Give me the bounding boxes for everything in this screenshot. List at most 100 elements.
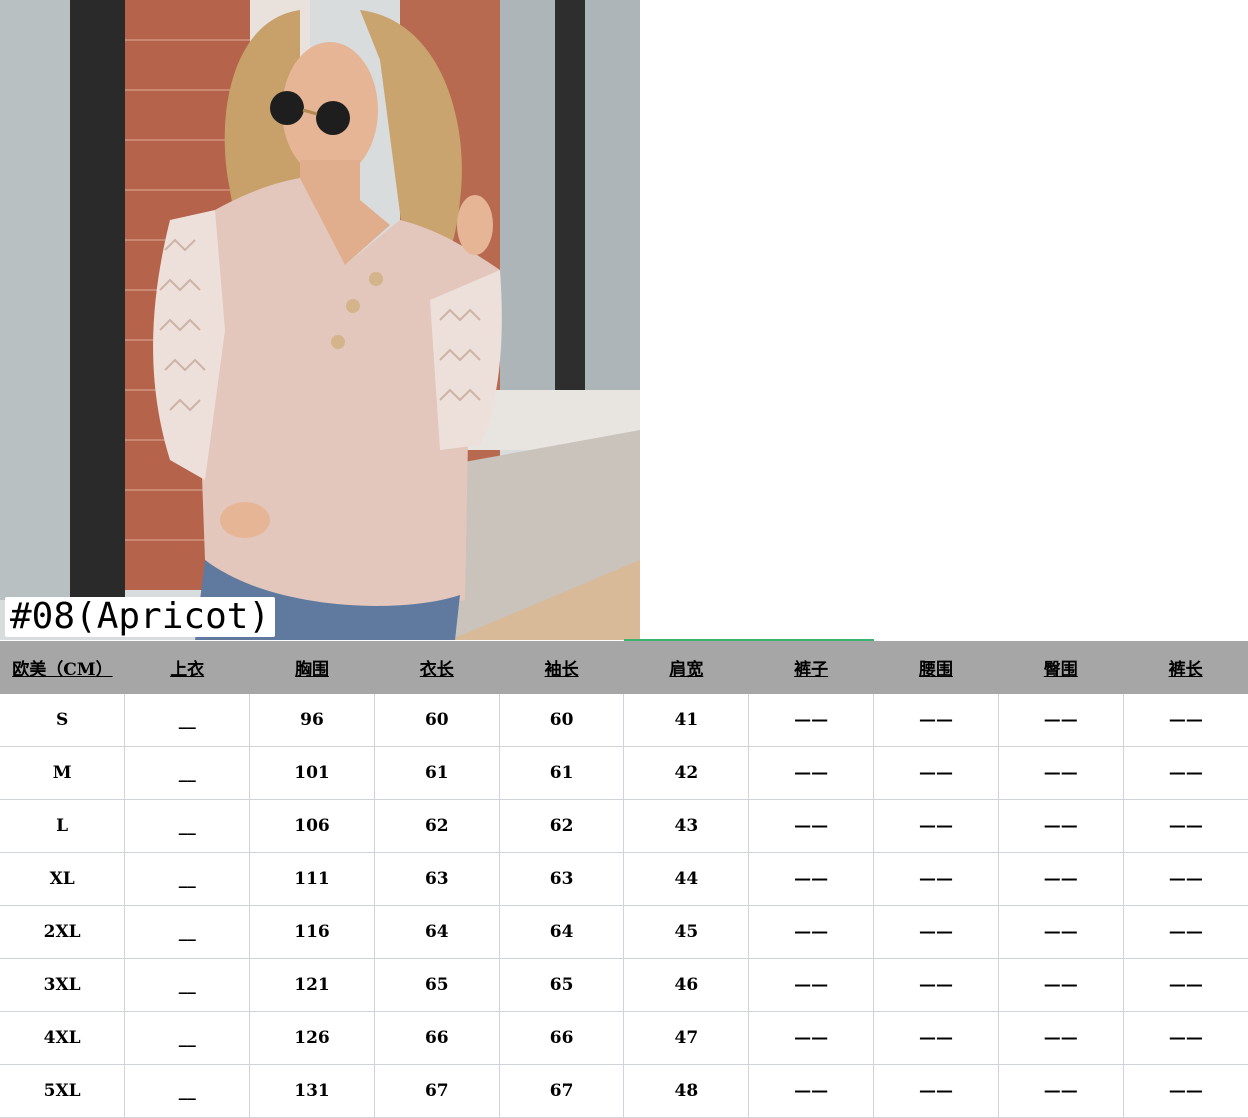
table-cell: 44 [623, 852, 750, 906]
table-cell: —— [873, 746, 999, 800]
table-cell: 60 [499, 694, 625, 747]
table-cell: —— [1123, 694, 1248, 747]
table-cell: —— [873, 852, 999, 906]
table-row: M __ 101 61 61 42 —— —— —— —— [0, 746, 1248, 800]
table-cell: —— [748, 958, 875, 1012]
table-cell: —— [998, 958, 1124, 1012]
table-cell: 121 [249, 958, 375, 1012]
table-cell: —— [998, 746, 1124, 800]
table-cell: __ [124, 799, 251, 853]
header-cell: 衣长 [374, 641, 500, 694]
table-cell: —— [1123, 905, 1248, 959]
table-cell: 46 [623, 958, 750, 1012]
table-row: 2XL __ 116 64 64 45 —— —— —— —— [0, 905, 1248, 959]
table-cell: 116 [249, 905, 375, 959]
product-photo [0, 0, 640, 640]
table-row: XL __ 111 63 63 44 —— —— —— —— [0, 852, 1248, 906]
table-cell: —— [748, 1064, 875, 1118]
table-cell: 64 [374, 905, 500, 959]
header-cell: 肩宽 [623, 641, 749, 694]
table-row: 3XL __ 121 65 65 46 —— —— —— —— [0, 958, 1248, 1012]
table-cell: 131 [249, 1064, 375, 1118]
table-cell: —— [998, 1064, 1124, 1118]
table-row: 4XL __ 126 66 66 47 —— —— —— —— [0, 1011, 1248, 1065]
table-cell: —— [873, 1064, 999, 1118]
table-cell: 62 [374, 799, 500, 853]
table-cell: —— [748, 1011, 875, 1065]
table-cell: —— [998, 799, 1124, 853]
table-cell: —— [873, 1011, 999, 1065]
table-cell: —— [748, 746, 875, 800]
table-cell: —— [1123, 746, 1248, 800]
table-row: L __ 106 62 62 43 —— —— —— —— [0, 799, 1248, 853]
table-cell: __ [124, 694, 251, 747]
table-cell: 48 [623, 1064, 750, 1118]
table-header-row: 欧美（CM） 上衣 胸围 衣长 袖长 肩宽 裤子 腰围 臀围 裤长 [0, 641, 1248, 694]
table-cell: 5XL [0, 1064, 126, 1118]
table-cell: 66 [499, 1011, 625, 1065]
table-cell: 4XL [0, 1011, 126, 1065]
table-cell: __ [124, 958, 251, 1012]
table-cell: —— [873, 799, 999, 853]
table-cell: __ [124, 852, 251, 906]
product-color-label: #08(Apricot) [5, 597, 276, 637]
header-cell: 腰围 [873, 641, 999, 694]
header-cell: 袖长 [499, 641, 624, 694]
table-cell: —— [1123, 1064, 1248, 1118]
table-cell: —— [873, 694, 999, 747]
table-cell: 65 [374, 958, 500, 1012]
table-row: 5XL __ 131 67 67 48 —— —— —— —— [0, 1064, 1248, 1118]
table-cell: —— [1123, 958, 1248, 1012]
table-cell: 101 [249, 746, 375, 800]
table-cell: 61 [374, 746, 500, 800]
table-cell: —— [1123, 1011, 1248, 1065]
table-cell: 63 [374, 852, 500, 906]
table-cell: __ [124, 1011, 251, 1065]
table-cell: 126 [249, 1011, 375, 1065]
size-chart-table: 欧美（CM） 上衣 胸围 衣长 袖长 肩宽 裤子 腰围 臀围 裤长 S __ 96 6… [0, 641, 1248, 1118]
table-cell: —— [1123, 799, 1248, 853]
table-cell: 43 [623, 799, 750, 853]
table-cell: __ [124, 746, 251, 800]
table-cell: 45 [623, 905, 750, 959]
table-cell: 60 [374, 694, 500, 747]
table-cell: __ [124, 905, 251, 959]
table-cell: —— [748, 694, 875, 747]
table-cell: M [0, 746, 126, 800]
table-cell: 62 [499, 799, 625, 853]
table-cell: XL [0, 852, 126, 906]
table-cell: 41 [623, 694, 750, 747]
table-cell: 96 [249, 694, 375, 747]
table-cell: —— [998, 694, 1124, 747]
table-cell: 111 [249, 852, 375, 906]
header-cell: 欧美（CM） [0, 641, 125, 694]
header-cell: 裤长 [1123, 641, 1248, 694]
table-cell: —— [873, 905, 999, 959]
table-cell: 47 [623, 1011, 750, 1065]
table-cell: —— [1123, 852, 1248, 906]
table-cell: __ [124, 1064, 251, 1118]
table-cell: 67 [374, 1064, 500, 1118]
table-cell: S [0, 694, 126, 747]
table-cell: 67 [499, 1064, 625, 1118]
header-cell: 胸围 [249, 641, 375, 694]
table-cell: 64 [499, 905, 625, 959]
table-cell: —— [748, 852, 875, 906]
table-cell: L [0, 799, 126, 853]
table-cell: —— [998, 1011, 1124, 1065]
table-cell: —— [998, 852, 1124, 906]
table-cell: 42 [623, 746, 750, 800]
table-cell: —— [748, 799, 875, 853]
table-cell: 3XL [0, 958, 126, 1012]
table-cell: —— [873, 958, 999, 1012]
table-cell: 66 [374, 1011, 500, 1065]
table-cell: 65 [499, 958, 625, 1012]
table-cell: 63 [499, 852, 625, 906]
table-cell: 106 [249, 799, 375, 853]
header-cell: 臀围 [998, 641, 1124, 694]
header-cell: 裤子 [748, 641, 874, 694]
table-cell: —— [748, 905, 875, 959]
table-cell: 61 [499, 746, 625, 800]
table-cell: 2XL [0, 905, 126, 959]
table-cell: —— [998, 905, 1124, 959]
